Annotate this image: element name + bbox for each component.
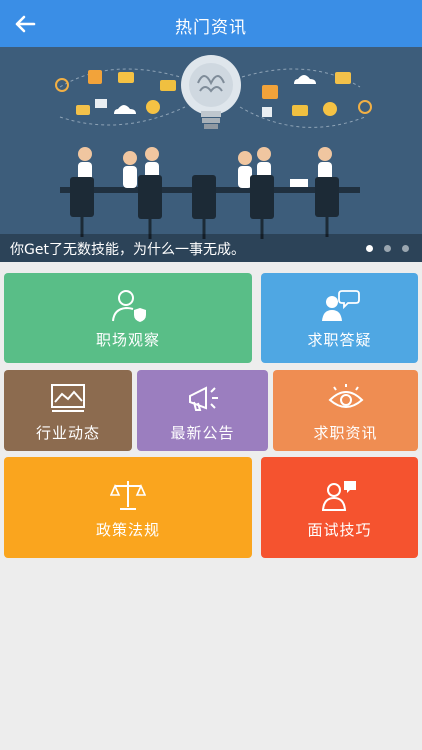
line-chart-icon xyxy=(51,384,85,412)
banner-caption-bar: 你Get了无数技能，为什么一事无成。 xyxy=(0,234,422,262)
banner-illustration xyxy=(0,47,422,262)
user-shield-icon xyxy=(112,290,146,322)
interview-icon xyxy=(321,481,356,511)
tile-label: 求职答疑 xyxy=(307,331,372,349)
top-bar: 热门资讯 xyxy=(0,0,422,47)
user-chat-icon xyxy=(321,290,360,321)
tile-label: 行业动态 xyxy=(35,424,100,442)
tile-label: 求职资讯 xyxy=(313,424,378,442)
tile-interview-tips[interactable]: 面试技巧 xyxy=(261,457,418,558)
carousel-dot-1[interactable] xyxy=(366,245,373,252)
carousel-dot-3[interactable] xyxy=(402,245,409,252)
tile-workplace-observation[interactable]: 职场观察 xyxy=(4,273,252,363)
tile-policies-regulations[interactable]: 政策法规 xyxy=(4,457,252,558)
scales-icon xyxy=(110,481,146,510)
banner-caption: 你Get了无数技能，为什么一事无成。 xyxy=(10,242,245,258)
eye-icon xyxy=(328,384,363,408)
tile-label: 职场观察 xyxy=(95,331,160,349)
tile-industry-news[interactable]: 行业动态 xyxy=(4,370,132,451)
tile-latest-announcement[interactable]: 最新公告 xyxy=(137,370,268,451)
megaphone-icon xyxy=(188,386,218,411)
tile-label: 最新公告 xyxy=(170,424,235,442)
page-title: 热门资讯 xyxy=(175,18,247,38)
tile-job-info[interactable]: 求职资讯 xyxy=(273,370,418,451)
tile-job-qa[interactable]: 求职答疑 xyxy=(261,273,418,363)
banner-carousel[interactable]: 你Get了无数技能，为什么一事无成。 xyxy=(0,47,422,262)
tile-label: 面试技巧 xyxy=(307,521,372,539)
tile-label: 政策法规 xyxy=(95,521,160,539)
carousel-dot-2[interactable] xyxy=(384,245,391,252)
